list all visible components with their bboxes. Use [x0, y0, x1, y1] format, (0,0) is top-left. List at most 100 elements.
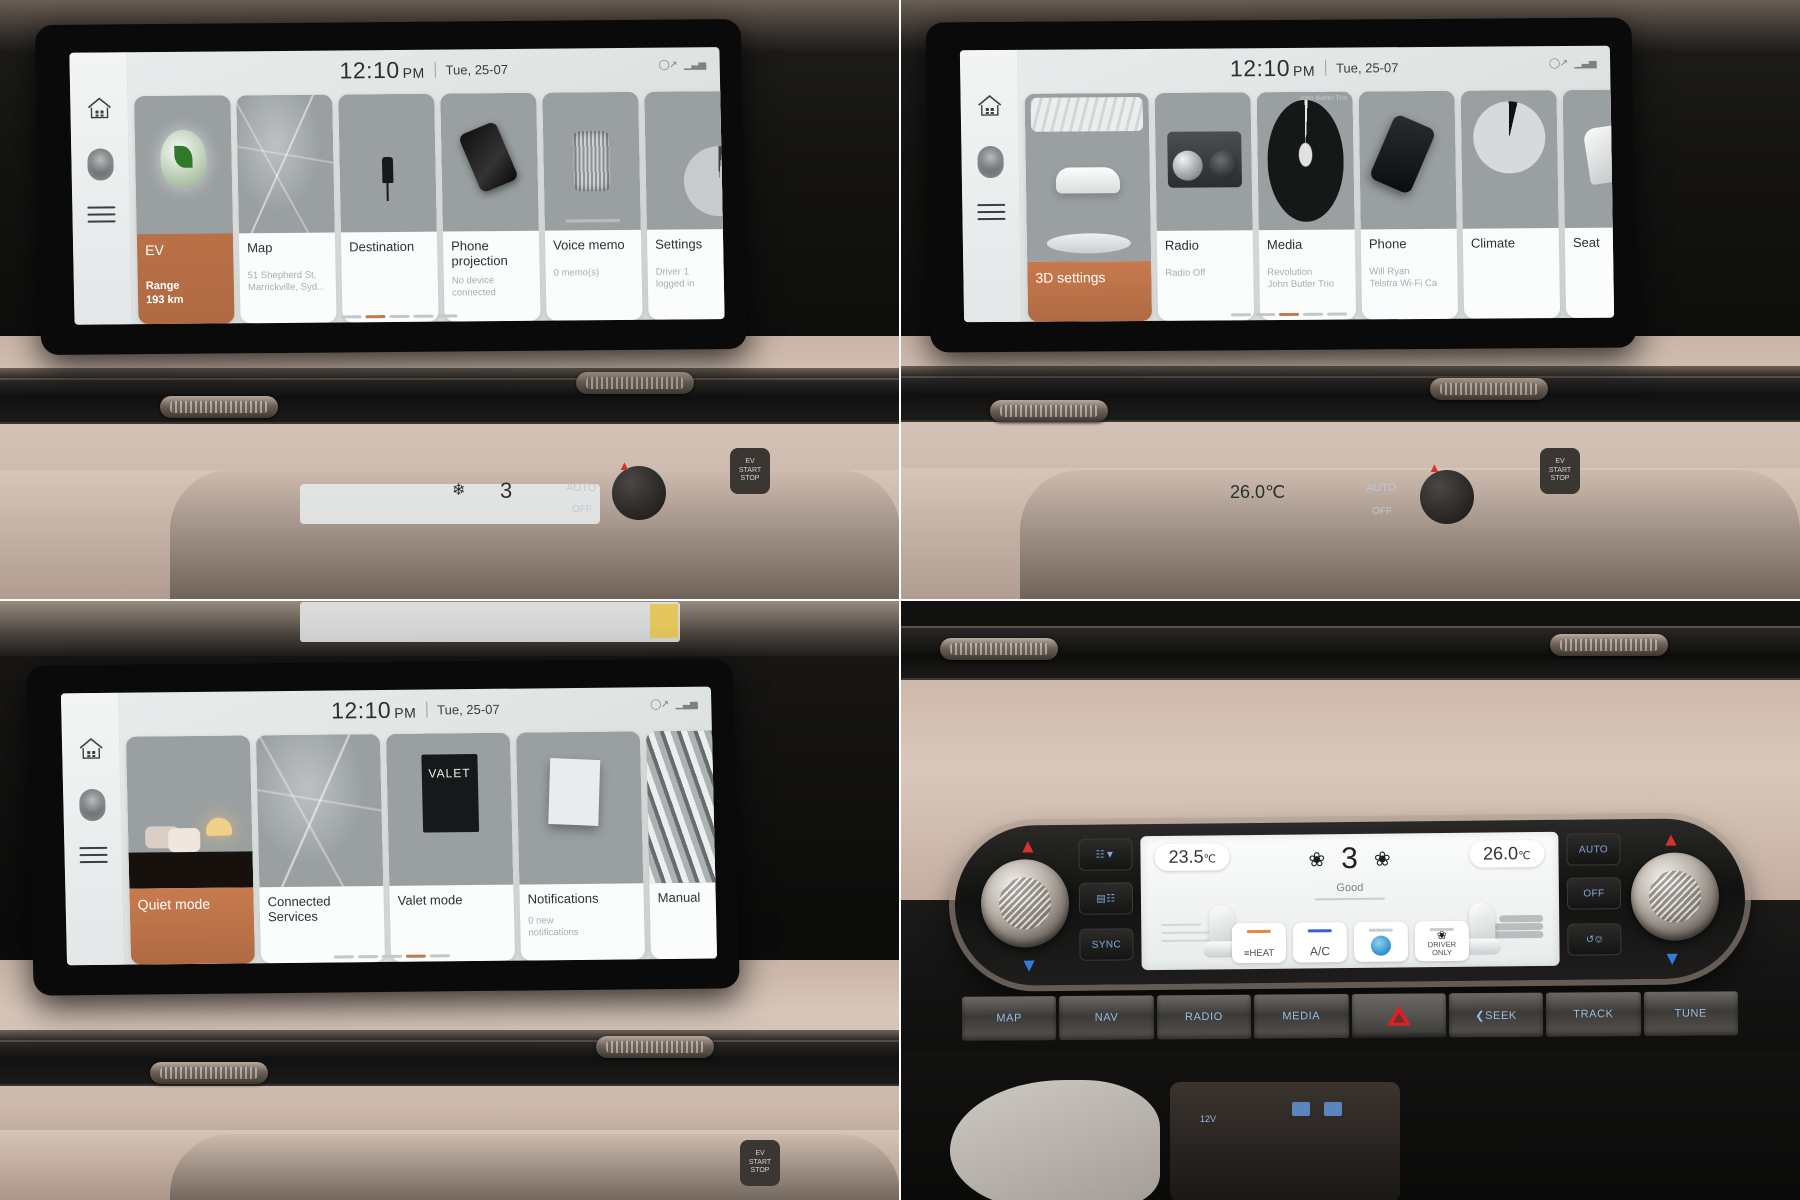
passenger-temp-value: 26.0 [1482, 843, 1519, 864]
card-voice-memo[interactable]: Voice memo 0 memo(s) [542, 91, 643, 321]
tune-key[interactable]: TUNE [1643, 991, 1739, 1036]
driver-temp-down-icon[interactable]: ▼ [1020, 955, 1039, 976]
radio-key[interactable]: RADIO [1156, 994, 1252, 1040]
infotainment-screen-3[interactable]: 12:10 PM Tue, 25-07 ◯↗ ▁▃▅ Quiet mode Co… [26, 658, 740, 996]
seat-heat-button[interactable]: ≡HEAT [1231, 922, 1287, 964]
card-sub: Revolution John Butler Trio [1267, 266, 1335, 290]
driver-only-button[interactable]: ❀ DRIVER ONLY [1414, 920, 1470, 962]
stacked-books-image [645, 729, 718, 884]
status-bar: 12:10 PM Tue, 25-07 [119, 687, 712, 733]
card-title: Voice memo [553, 236, 625, 253]
card-title: Phone projection [450, 238, 508, 269]
card-3d-settings[interactable]: 3D settings [1024, 92, 1153, 322]
card-title: Destination [348, 238, 415, 255]
nav-key[interactable]: NAV [1059, 995, 1154, 1041]
card-ev[interactable]: EV Range 193 km [134, 95, 235, 325]
climate-control-unit: ▲ ▼ ☷▼ ▤☷ SYNC 23.5℃ 26.0℃ ❀ 3 ❀ Good ≡H… [954, 817, 1746, 987]
card-settings[interactable]: Settings Driver 1 logged in [644, 90, 725, 320]
car-seat-image [1562, 89, 1615, 229]
card-media[interactable]: John Butler Trio Media Revolution John B… [1256, 91, 1357, 321]
fan-level-value: 3 [1341, 841, 1359, 876]
track-key[interactable]: TRACK [1546, 991, 1641, 1037]
ionizer-icon [1370, 935, 1392, 956]
card-map[interactable]: Map 51 Shepherd St, Marrickville, Syd... [236, 94, 337, 324]
card-title: Seat [1572, 234, 1600, 250]
avatar[interactable] [976, 145, 1004, 179]
card-climate[interactable]: Climate [1460, 90, 1561, 319]
avatar[interactable] [86, 148, 114, 181]
ionizer-button[interactable] [1353, 921, 1409, 962]
hamburger-icon[interactable] [976, 203, 1006, 221]
card-title: Quiet mode [137, 895, 211, 913]
card-row: EV Range 193 km Map 51 Shepherd St, Marri… [128, 87, 725, 325]
hamburger-icon[interactable] [86, 206, 116, 223]
hazard-key[interactable] [1351, 993, 1447, 1038]
home-icon[interactable] [76, 735, 105, 763]
hamburger-icon[interactable] [78, 846, 108, 864]
off-button[interactable]: OFF [1566, 877, 1622, 910]
passenger-temp-unit: ℃ [1518, 850, 1531, 863]
home-icon[interactable] [85, 94, 114, 122]
driver-temp-dial[interactable] [980, 858, 1070, 948]
air-quality-label: Good [1315, 882, 1385, 901]
recirculate-button[interactable]: ↺⎊ [1567, 923, 1622, 956]
clock-time: 12:10 [339, 56, 400, 83]
passenger-temp-dial[interactable] [1630, 852, 1720, 942]
seat-heat-icon-label: ≡HEAT [1243, 947, 1275, 960]
home-icon[interactable] [975, 92, 1003, 120]
card-row: Quiet mode Connected Services VALET Vale… [120, 727, 718, 965]
card-title: Map [246, 240, 273, 256]
infotainment-screen-2[interactable]: 12:10 PM Tue, 25-07 ◯↗ ▁▃▅ 3D settings R… [925, 17, 1637, 353]
driver-temp-readout[interactable]: 23.5℃ [1154, 843, 1231, 872]
fan-blades-image [1460, 90, 1559, 229]
card-valet-mode[interactable]: VALET Valet mode [385, 732, 516, 962]
off-label: OFF [1583, 887, 1605, 900]
card-phone-projection[interactable]: Phone projection No device connected [440, 92, 541, 322]
card-notifications[interactable]: Notifications 0 new notifications [515, 731, 646, 961]
fan-icon-right: ❀ [1373, 848, 1391, 871]
card-connected-services[interactable]: Connected Services [255, 734, 386, 964]
clock: 12:10 PM [1230, 54, 1315, 82]
track-key-label: TRACK [1573, 1008, 1614, 1021]
avatar[interactable] [78, 788, 106, 822]
card-sub: 0 new notifications [528, 915, 579, 939]
seat-warmer-pads[interactable] [1292, 1102, 1342, 1116]
media-key[interactable]: MEDIA [1253, 994, 1349, 1039]
seek-key-label: ❮SEEK [1475, 1009, 1517, 1022]
left-rail [959, 49, 1023, 323]
seek-key[interactable]: ❮SEEK [1448, 992, 1544, 1038]
passenger-temp-down-icon[interactable]: ▼ [1663, 949, 1682, 970]
status-date: Tue, 25-07 [445, 61, 509, 78]
microphone-image [542, 91, 641, 231]
system-icons: ◯↗ ▁▃▅ [650, 699, 697, 710]
passenger-temp-up-icon[interactable]: ▲ [1661, 830, 1680, 851]
status-bar: 12:10 PM Tue, 25-07 [127, 47, 720, 92]
lower-console: 12V [900, 1052, 1800, 1200]
map-key[interactable]: MAP [961, 996, 1057, 1041]
passenger-temp-readout[interactable]: 26.0℃ [1468, 839, 1545, 868]
system-icons: ◯↗ ▁▃▅ [1549, 58, 1596, 69]
card-phone[interactable]: Phone Will Ryan Telstra Wi-Fi Ca [1358, 90, 1459, 320]
fan-speed-readout: ❀ 3 ❀ [1308, 841, 1391, 876]
climate-display[interactable]: 23.5℃ 26.0℃ ❀ 3 ❀ Good ≡HEAT A/C ❀ DRIVE… [1140, 831, 1560, 971]
card-seat[interactable]: Seat [1562, 89, 1615, 319]
sync-button[interactable]: SYNC [1079, 928, 1134, 961]
clock-ampm: PM [1292, 62, 1316, 79]
ac-button[interactable]: A/C [1292, 922, 1348, 963]
bluetooth-icon: ◯↗ [658, 59, 678, 71]
driver-temp-up-icon[interactable]: ▲ [1018, 836, 1037, 857]
front-defrost-icon: ☷▼ [1095, 848, 1116, 861]
network-constellation-image [255, 734, 384, 888]
card-quiet-mode[interactable]: Quiet mode [125, 735, 256, 965]
panel-home-quiet: EV START STOP 12:10 PM Tue, 25-07 ◯↗ ▁▃▅… [0, 600, 900, 1200]
card-radio[interactable]: Radio Radio Off [1154, 92, 1255, 321]
front-defrost-button[interactable]: ☷▼ [1078, 838, 1133, 871]
card-destination[interactable]: Destination [338, 93, 439, 323]
sync-label: SYNC [1091, 938, 1122, 951]
card-manual[interactable]: Manual [645, 729, 718, 960]
rear-defrost-button[interactable]: ▤☷ [1078, 882, 1134, 915]
map-key-label: MAP [996, 1012, 1023, 1025]
status-divider [1324, 59, 1327, 76]
infotainment-screen-1[interactable]: 12:10 PM Tue, 25-07 ◯↗ ▁▃▅ EV Range 193 km [34, 18, 748, 356]
auto-button[interactable]: AUTO [1566, 833, 1621, 866]
